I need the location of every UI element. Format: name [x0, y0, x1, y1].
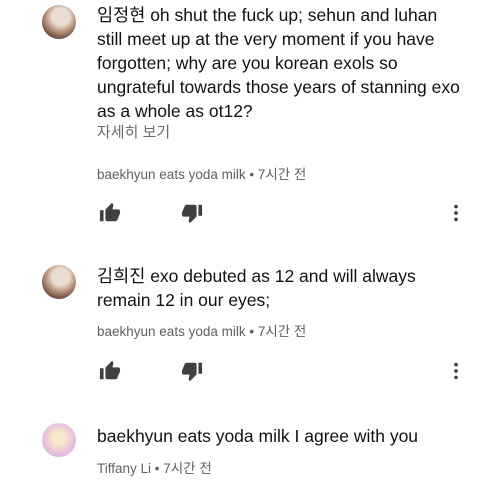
avatar[interactable] — [42, 5, 76, 39]
more-vert-icon — [454, 204, 458, 222]
comment-meta: Tiffany Li • 7시간 전 — [97, 461, 212, 476]
comment-meta: baekhyun eats yoda milk • 7시간 전 — [97, 324, 307, 339]
avatar[interactable] — [42, 265, 76, 299]
comment-actions — [97, 358, 467, 384]
like-button[interactable] — [97, 200, 123, 226]
thumbs-down-icon — [181, 362, 203, 382]
comment-text: oh shut the fuck up; sehun and luhan sti… — [97, 5, 460, 121]
comment-text: exo debuted as 12 and will always remain… — [97, 266, 416, 310]
thumbs-up-icon — [99, 202, 121, 222]
comment-author[interactable]: baekhyun eats yoda milk — [97, 426, 290, 446]
comment-body: 김희진 exo debuted as 12 and will always re… — [97, 264, 467, 312]
thumbs-down-icon — [181, 204, 203, 224]
avatar[interactable] — [42, 423, 76, 457]
dislike-button[interactable] — [179, 200, 205, 226]
more-vert-icon — [454, 362, 458, 380]
dislike-button[interactable] — [179, 358, 205, 384]
comment-body: baekhyun eats yoda milk I agree with you — [97, 424, 467, 448]
like-button[interactable] — [97, 358, 123, 384]
comment-body: 임정현 oh shut the fuck up; sehun and luhan… — [97, 3, 467, 123]
comment-author[interactable]: 임정현 — [97, 5, 145, 25]
comment-meta: baekhyun eats yoda milk • 7시간 전 — [97, 167, 307, 182]
comment-actions — [97, 200, 467, 226]
read-more-link[interactable]: 자세히 보기 — [97, 121, 170, 142]
more-options-button[interactable] — [443, 200, 469, 226]
comment-text: I agree with you — [294, 426, 419, 446]
thumbs-up-icon — [99, 360, 121, 380]
comment-author[interactable]: 김희진 — [97, 266, 145, 286]
more-options-button[interactable] — [443, 358, 469, 384]
